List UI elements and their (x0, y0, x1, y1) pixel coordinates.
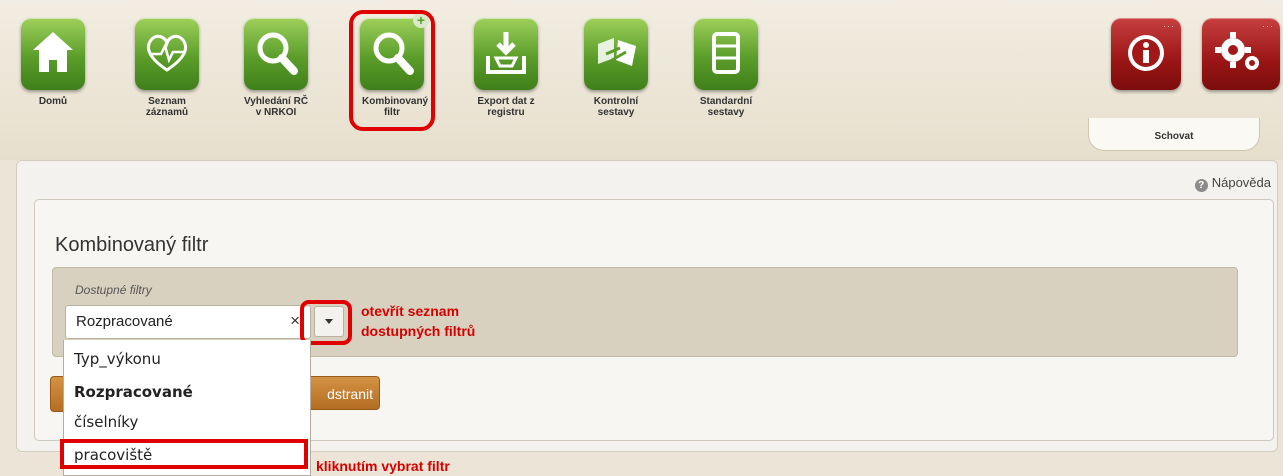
help-label: Nápověda (1211, 175, 1271, 190)
toolbar-home-label: Domů (38, 96, 68, 107)
info-button[interactable]: ··· (1111, 18, 1181, 90)
info-icon (1128, 35, 1164, 71)
standard-reports-icon (694, 18, 758, 90)
clear-selection-icon[interactable]: × (290, 311, 300, 331)
settings-button[interactable]: ··· (1202, 18, 1280, 90)
dropdown-option-typ-vykonu[interactable]: Typ_výkonu (74, 350, 161, 368)
control-reports-icon (584, 18, 648, 90)
toolbar-search-rc-label: Vyhledání RČ v NRKOI (243, 96, 309, 118)
home-icon (21, 18, 85, 90)
dropdown-toggle-highlight (300, 300, 352, 345)
toolbar-records-list-label: Seznam záznamů (145, 96, 189, 118)
toolbar-export-button[interactable]: Export dat z registru (456, 18, 556, 118)
select-filter-annotation: kliknutím vybrat filtr (316, 458, 450, 474)
toolbar-control-reports-label: Kontrolní sestavy (593, 96, 639, 118)
open-list-annotation-line2: dostupných filtrů (361, 323, 476, 339)
dropdown-option-rozpracovane[interactable]: Rozpracované (74, 383, 193, 401)
toolbar-standard-reports-button[interactable]: Standardní sestavy (676, 18, 776, 118)
combined-filter-highlight (349, 10, 435, 131)
help-link[interactable]: ? Nápověda (1194, 175, 1271, 192)
option-highlight-box (60, 439, 308, 469)
toolbar-standard-reports-label: Standardní sestavy (699, 96, 753, 118)
toolbar-home-button[interactable]: Domů (3, 18, 103, 107)
open-list-annotation-line1: otevřít seznam (361, 303, 460, 319)
dropdown-option-ciselniky[interactable]: číselníky (74, 413, 138, 431)
filter-select[interactable]: Rozpracované × (65, 305, 311, 339)
filter-select-value: Rozpracované (76, 313, 173, 330)
open-list-annotation: otevřít seznam dostupných filtrů (361, 301, 475, 341)
hide-toolbar-tab[interactable]: Schovat (1088, 118, 1260, 151)
toolbar-control-reports-button[interactable]: Kontrolní sestavy (566, 18, 666, 118)
gears-icon (1215, 32, 1259, 70)
available-filters-label: Dostupné filtry (75, 283, 152, 297)
export-icon (474, 18, 538, 90)
main-toolbar: Domů Seznam záznamů Vyhledání RČ v NRKOI (0, 0, 1283, 160)
toolbar-search-rc-button[interactable]: Vyhledání RČ v NRKOI (226, 18, 326, 118)
heart-list-icon (135, 18, 199, 90)
toolbar-export-label: Export dat z registru (477, 96, 535, 118)
help-icon: ? (1194, 179, 1208, 192)
page-title: Kombinovaný filtr (55, 234, 209, 256)
toolbar-records-list-button[interactable]: Seznam záznamů (117, 18, 217, 118)
search-icon (244, 18, 308, 90)
